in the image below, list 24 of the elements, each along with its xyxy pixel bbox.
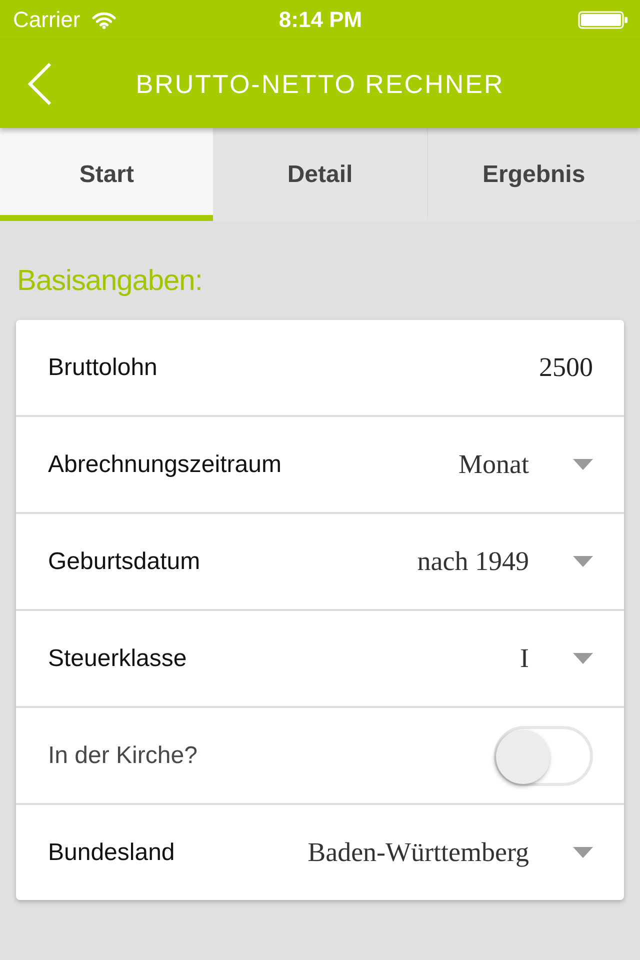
input-field[interactable]: 2500 (423, 348, 593, 388)
dropdown[interactable]: I (520, 643, 593, 674)
field-label: Geburtsdatum (48, 548, 200, 576)
caret-down-icon (573, 459, 593, 470)
dropdown[interactable]: Monat (458, 449, 593, 480)
status-time: 8:14 PM (278, 7, 362, 33)
field-label: Bruttolohn (48, 354, 158, 382)
caret-down-icon (573, 556, 593, 567)
wifi-icon (92, 12, 116, 28)
section-heading: Basisangaben: (17, 264, 204, 298)
field-label: In der Kirche? (48, 742, 198, 770)
toggle-switch[interactable] (494, 726, 593, 786)
screen-title: BRUTTO-NETTO RECHNER (136, 68, 504, 100)
dropdown[interactable]: Baden-Württemberg (308, 837, 593, 868)
caret-down-icon (573, 847, 593, 858)
field-label: Abrechnungszeitraum (48, 450, 282, 478)
caret-down-icon (573, 653, 593, 664)
field-label: Bundesland (48, 838, 175, 866)
dropdown[interactable]: nach 1949 (417, 546, 593, 577)
battery-icon (578, 11, 628, 29)
field-label: Steuerklasse (48, 644, 187, 672)
carrier-name: Carrier (13, 7, 80, 33)
tab[interactable]: Start (0, 128, 214, 221)
chevron-left-icon (27, 62, 53, 106)
